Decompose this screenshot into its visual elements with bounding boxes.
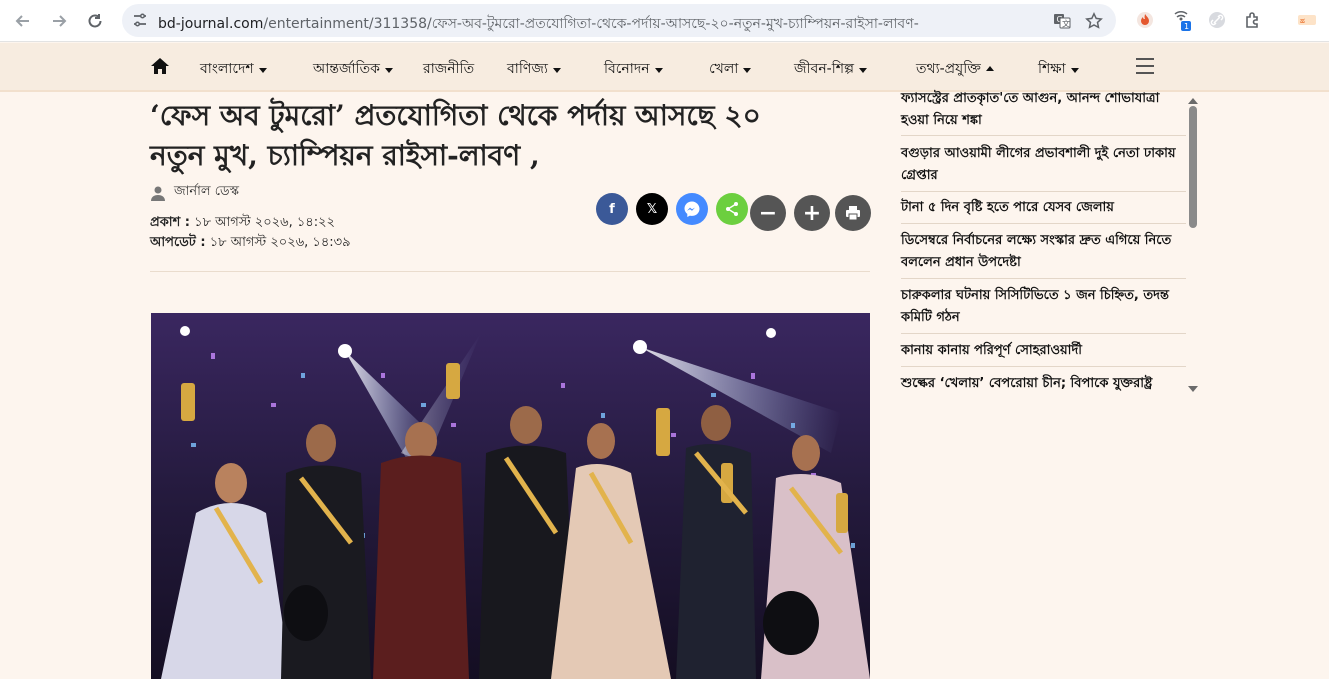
article-headline: ‘ফেস অব টুমরো’ প্রতযোগিতা থেকে পর্দায় আ… bbox=[150, 99, 761, 172]
chevron-up-icon bbox=[985, 65, 994, 71]
sidebar-news-item[interactable]: চারুকলার ঘটনায় সিসিটিভিতে ১ জন চিহ্নিত,… bbox=[901, 285, 1186, 329]
share-icon bbox=[726, 202, 738, 216]
profile-avatar-icon[interactable]: ಹ bbox=[1296, 9, 1318, 31]
tune-icon[interactable] bbox=[132, 12, 148, 28]
chevron-down-icon bbox=[743, 67, 752, 73]
sidebar-divider bbox=[901, 278, 1186, 279]
svg-text:ಹ: ಹ bbox=[1300, 17, 1305, 25]
x-icon: 𝕏 bbox=[646, 201, 658, 217]
forward-icon[interactable] bbox=[46, 8, 72, 34]
article-divider bbox=[150, 271, 870, 272]
extension-signal-icon[interactable]: 1 bbox=[1172, 9, 1194, 31]
sidebar-news-item[interactable]: বগুড়ার আওয়ামী লীগের প্রভাবশালী দুই নেত… bbox=[901, 143, 1186, 187]
svg-text:文: 文 bbox=[1062, 19, 1070, 29]
nav-item-sports[interactable]: খেলা bbox=[709, 57, 752, 81]
updated-date: আপডেট : ১৮ আগস্ট ২০২৬, ১৪:৩৯ bbox=[150, 235, 351, 250]
nav-item-lifestyle[interactable]: জীবন-শিল্প bbox=[794, 57, 868, 81]
plus-icon: + bbox=[802, 200, 822, 226]
sidebar-news-item[interactable]: ফ্যাসস্ট্রের প্রাতকৃাত'তে আগুন, আনন্দ শো… bbox=[901, 88, 1186, 132]
site-navigation: বাংলাদেশ আন্তর্জাতিক রাজনীতি বাণিজ্য বিন… bbox=[0, 43, 1329, 92]
minus-icon: − bbox=[758, 200, 778, 226]
translate-icon[interactable]: G文 bbox=[1052, 11, 1072, 31]
sidebar-divider bbox=[901, 223, 1186, 224]
nav-item-politics[interactable]: রাজনীতি bbox=[423, 57, 474, 81]
extension-link-icon[interactable] bbox=[1206, 9, 1228, 31]
address-bar[interactable]: bd-journal.com/entertainment/311358/ফেস-… bbox=[122, 4, 1116, 37]
chevron-down-icon bbox=[258, 67, 267, 73]
nav-item-international[interactable]: আন্তর্জাতিক bbox=[313, 57, 393, 81]
published-date: প্রকাশ : ১৮ আগস্ট ২০২৬, ১৪:২২ bbox=[150, 215, 335, 230]
extension-flame-icon[interactable] bbox=[1134, 9, 1156, 31]
print-button[interactable] bbox=[835, 195, 871, 231]
article-hero-image[interactable] bbox=[151, 313, 870, 679]
scroll-down-icon[interactable] bbox=[1188, 386, 1198, 392]
sidebar-news-item[interactable]: শুল্কের ‘খেলায়’ বেপরোয়া চীন; বিপাকে যু… bbox=[901, 373, 1186, 395]
byline: জার্নাল ডেস্ক bbox=[150, 182, 239, 203]
chevron-down-icon bbox=[1070, 67, 1079, 73]
chevron-down-icon bbox=[654, 67, 663, 73]
sidebar-divider bbox=[901, 135, 1186, 136]
sidebar-divider bbox=[901, 333, 1186, 334]
facebook-share-button[interactable]: f bbox=[596, 193, 628, 225]
chevron-down-icon bbox=[384, 67, 393, 73]
sidebar-divider bbox=[901, 191, 1186, 192]
zoom-out-button[interactable]: − bbox=[750, 195, 786, 231]
author-name[interactable]: জার্নাল ডেস্ক bbox=[174, 182, 239, 203]
facebook-icon: f bbox=[609, 201, 615, 217]
url-text: bd-journal.com/entertainment/311358/ফেস-… bbox=[158, 16, 919, 32]
zoom-in-button[interactable]: + bbox=[794, 195, 830, 231]
home-icon[interactable] bbox=[149, 55, 171, 77]
nav-item-bangladesh[interactable]: বাংলাদেশ bbox=[200, 57, 267, 81]
extensions-icon[interactable] bbox=[1242, 9, 1264, 31]
user-icon bbox=[151, 186, 165, 201]
sidebar-scrollbar-thumb[interactable] bbox=[1189, 106, 1197, 228]
back-icon[interactable] bbox=[10, 8, 36, 34]
sidebar-news-item[interactable]: কানায় কানায় পরিপূর্ণ সোহরাওয়ার্দী bbox=[901, 340, 1186, 362]
messenger-share-button[interactable] bbox=[676, 193, 708, 225]
chevron-down-icon bbox=[552, 67, 561, 73]
messenger-icon bbox=[684, 201, 700, 217]
sidebar-divider bbox=[901, 366, 1186, 367]
nav-item-technology[interactable]: তথ্য-প্রযুক্তি bbox=[916, 57, 994, 81]
nav-item-entertainment[interactable]: বিনোদন bbox=[604, 57, 663, 81]
print-icon bbox=[846, 206, 860, 221]
scroll-up-icon[interactable] bbox=[1188, 98, 1198, 104]
browser-toolbar: bd-journal.com/entertainment/311358/ফেস-… bbox=[0, 0, 1329, 42]
generic-share-button[interactable] bbox=[716, 193, 748, 225]
star-icon[interactable] bbox=[1084, 11, 1104, 31]
latest-news-sidebar: ফ্যাসস্ট্রের প্রাতকৃাত'তে আগুন, আনন্দ শো… bbox=[893, 88, 1193, 400]
menu-icon[interactable] bbox=[1136, 58, 1154, 74]
reload-icon[interactable] bbox=[82, 8, 108, 34]
svg-text:1: 1 bbox=[1184, 22, 1189, 31]
x-share-button[interactable]: 𝕏 bbox=[636, 193, 668, 225]
sidebar-news-item[interactable]: টানা ৫ দিন বৃষ্টি হতে পারে যেসব জেলায় bbox=[901, 197, 1186, 219]
sidebar-news-item[interactable]: ডিসেম্বরে নির্বাচনের লক্ষ্যে সংস্কার দ্র… bbox=[901, 230, 1186, 274]
nav-item-education[interactable]: শিক্ষা bbox=[1038, 57, 1079, 81]
chevron-down-icon bbox=[859, 67, 868, 73]
nav-item-commerce[interactable]: বাণিজ্য bbox=[507, 57, 561, 81]
